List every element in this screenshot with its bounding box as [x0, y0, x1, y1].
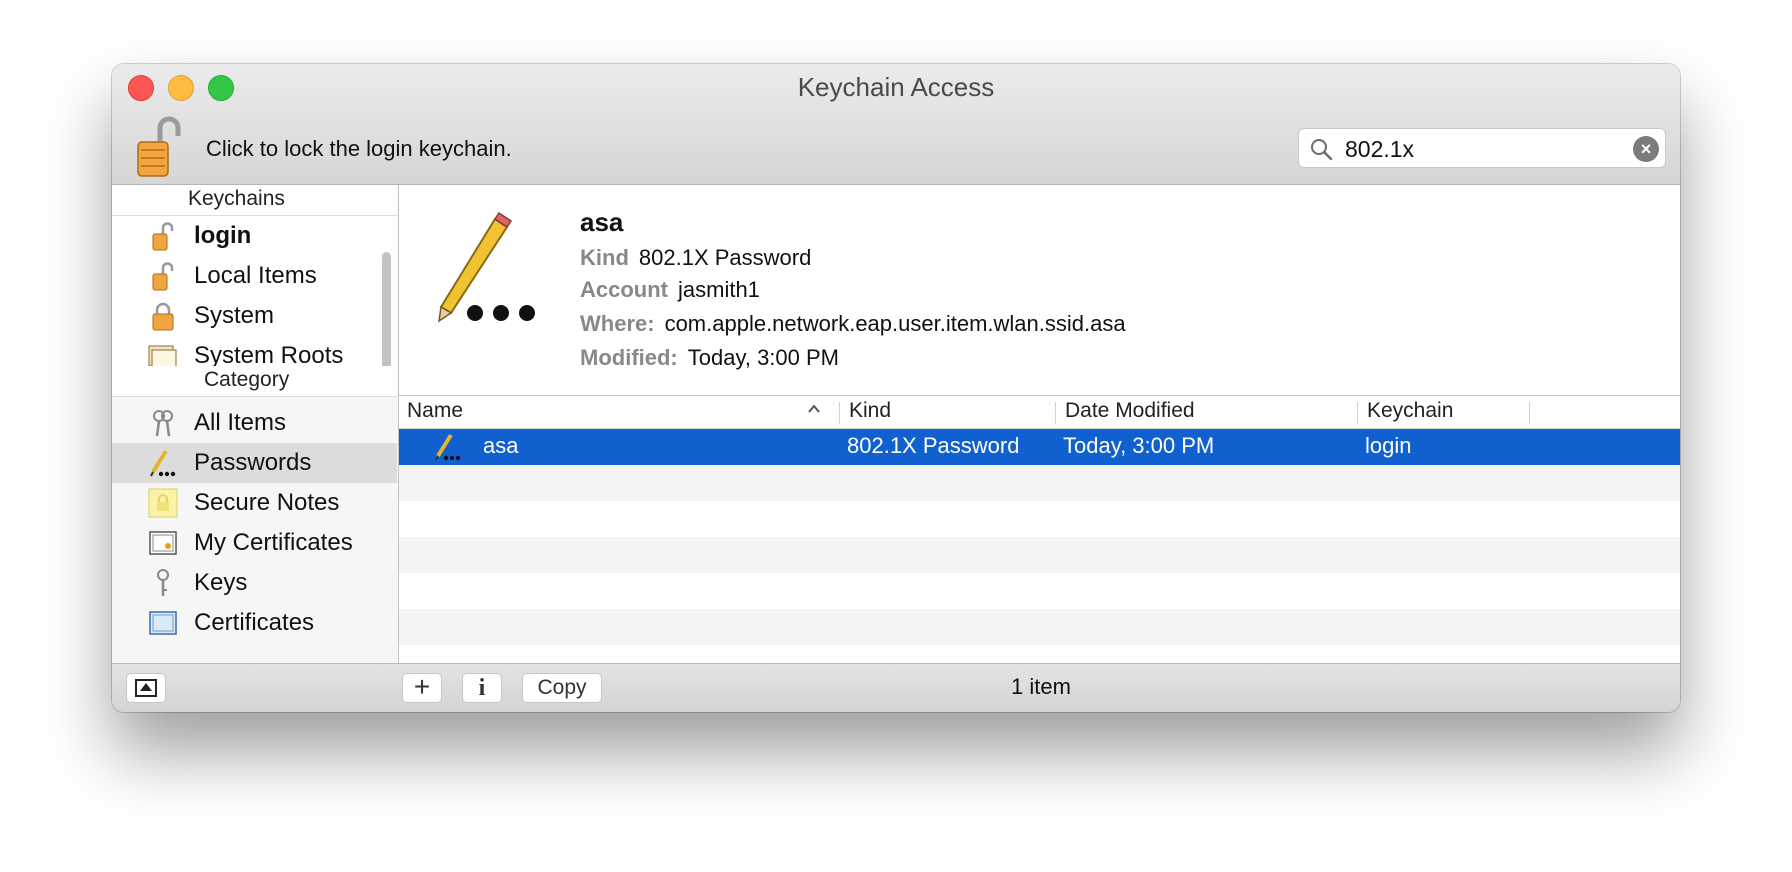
- cell-name: asa: [483, 433, 519, 458]
- sidebar-item-certificates[interactable]: Certificates: [112, 603, 397, 643]
- my-certificate-icon: [149, 531, 177, 555]
- table-row[interactable]: asa 802.1X Password Today, 3:00 PM login: [399, 429, 1680, 465]
- empty-row: [399, 537, 1680, 573]
- column-divider[interactable]: [1529, 402, 1530, 424]
- sidebar-item-login[interactable]: login: [112, 216, 397, 256]
- main-content: asa Kind 802.1X Password Account jasmith1 …: [399, 185, 1680, 663]
- sidebar-item-all-items[interactable]: All Items: [112, 403, 397, 443]
- cell-date-modified: Today, 3:00 PM: [1063, 433, 1215, 458]
- sidebar-item-secure-notes[interactable]: Secure Notes: [112, 483, 397, 523]
- keychains-list: login Local Items System System Roots: [112, 216, 397, 366]
- certificate-stack-icon: [148, 345, 177, 366]
- search-input[interactable]: 802.1x: [1345, 136, 1414, 163]
- item-detail-panel: asa Kind 802.1X Password Account jasmith1 …: [399, 185, 1680, 396]
- pencil-password-icon: [150, 449, 176, 477]
- keychain-access-window: Keychain Access Click to lock the login …: [112, 64, 1680, 712]
- locked-lock-icon: [152, 302, 174, 331]
- sidebar: Keychains login Local Items System Syste…: [112, 185, 399, 663]
- keychains-scrollbar[interactable]: [382, 252, 391, 366]
- clear-search-icon[interactable]: ×: [1633, 136, 1659, 162]
- column-header-name[interactable]: Name: [407, 399, 463, 423]
- item-modified: Modified: Today, 3:00 PM: [580, 345, 839, 370]
- item-where: Where: com.apple.network.eap.user.item.wl…: [580, 311, 1126, 336]
- window-title: Keychain Access: [797, 72, 995, 102]
- bottom-bar: + i Copy 1 item: [112, 663, 1680, 712]
- item-kind: Kind 802.1X Password: [580, 245, 812, 270]
- password-item-icon: [438, 211, 535, 323]
- sidebar-item-keys[interactable]: Keys: [112, 563, 397, 603]
- secure-note-icon: [148, 488, 178, 518]
- column-divider[interactable]: [1055, 402, 1056, 424]
- item-count: 1 item: [1011, 674, 1071, 699]
- lock-keychain-label[interactable]: Click to lock the login keychain.: [206, 136, 512, 162]
- search-field[interactable]: 802.1x ×: [1298, 128, 1666, 168]
- sort-ascending-icon[interactable]: [807, 402, 821, 416]
- pencil-password-icon: [435, 433, 461, 461]
- keys-icon: [153, 410, 173, 437]
- column-divider[interactable]: [1357, 402, 1358, 424]
- sidebar-item-local-items[interactable]: Local Items: [112, 256, 397, 296]
- sidebar-item-system-roots[interactable]: System Roots: [112, 336, 397, 366]
- keychains-header: Keychains: [112, 185, 397, 216]
- titlebar: Keychain Access Click to lock the login …: [112, 64, 1680, 185]
- column-header-date-modified[interactable]: Date Modified: [1065, 399, 1195, 423]
- table-header: Name Kind Date Modified Keychain: [399, 396, 1680, 429]
- unlocked-lock-icon: [152, 262, 174, 291]
- sidebar-item-my-certificates[interactable]: My Certificates: [112, 523, 397, 563]
- column-divider[interactable]: [839, 402, 840, 424]
- search-icon: [1311, 139, 1333, 161]
- cell-keychain: login: [1365, 433, 1412, 458]
- unlocked-lock-icon[interactable]: [136, 114, 182, 178]
- cell-kind: 802.1X Password: [847, 433, 1020, 458]
- column-header-kind[interactable]: Kind: [849, 399, 891, 423]
- empty-row: [399, 465, 1680, 501]
- sidebar-item-passwords[interactable]: Passwords: [112, 443, 397, 483]
- sidebar-item-system[interactable]: System: [112, 296, 397, 336]
- empty-row: [399, 609, 1680, 645]
- item-title: asa: [580, 207, 624, 237]
- column-header-keychain[interactable]: Keychain: [1367, 399, 1453, 423]
- unlocked-lock-icon: [152, 222, 174, 251]
- items-table: Name Kind Date Modified Keychain asa 802…: [399, 396, 1680, 663]
- key-icon: [157, 569, 169, 596]
- item-account: Account jasmith1: [580, 277, 760, 302]
- empty-row: [399, 573, 1680, 609]
- empty-row: [399, 501, 1680, 537]
- category-header: Category: [112, 366, 397, 397]
- certificate-icon: [149, 611, 177, 635]
